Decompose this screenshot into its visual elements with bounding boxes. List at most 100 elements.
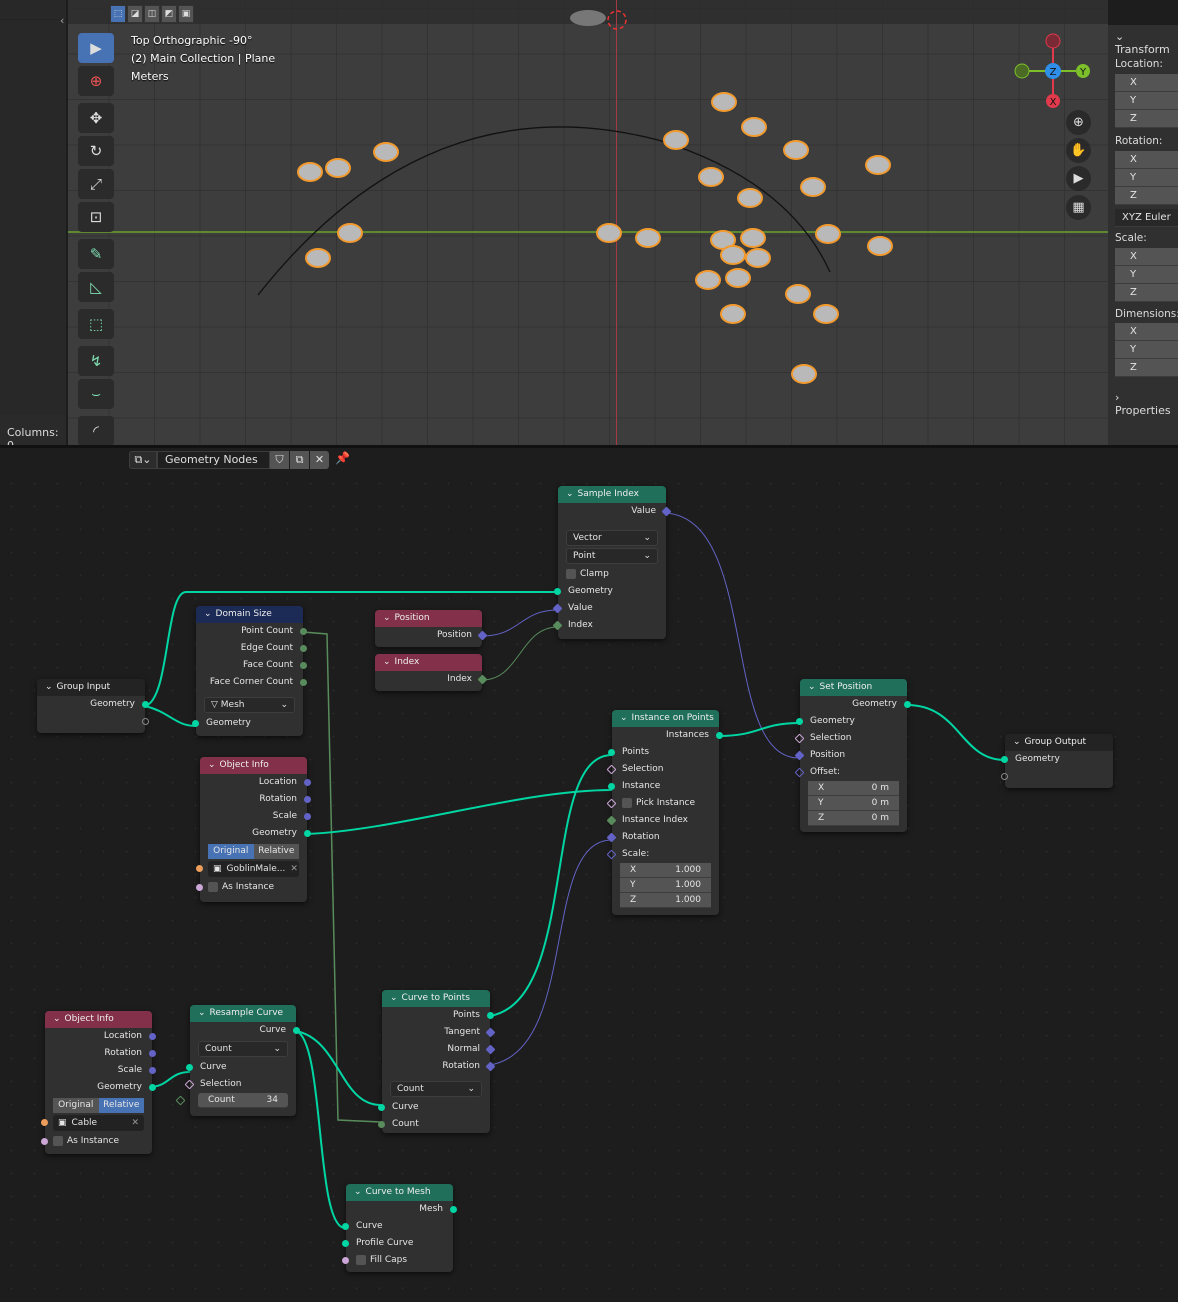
3d-viewport[interactable]: ⬚ ◪ ◫ ◩ ▣ Top Orthographic -90° (2) Main… [68, 0, 1108, 445]
transform-space-toggle[interactable]: Original Relative [53, 1098, 144, 1113]
socket[interactable] [342, 1223, 349, 1230]
tool-annotate[interactable]: ✎ [78, 239, 114, 269]
socket[interactable] [378, 1121, 385, 1128]
fake-user-shield-icon[interactable]: ⛉ [270, 451, 289, 469]
select-mode-new[interactable]: ⬚ [110, 5, 126, 23]
zoom-icon[interactable]: ⊕ [1066, 110, 1091, 135]
pan-hand-icon[interactable]: ✋ [1066, 138, 1091, 163]
scale-z-field[interactable]: Z 1.000 [620, 893, 711, 908]
node-header[interactable]: ⌄ Sample Index [558, 486, 666, 503]
collapse-chevron-icon[interactable]: ⌄ [45, 679, 53, 696]
collapse-chevron-icon[interactable]: ⌄ [390, 990, 398, 1007]
rotation-x-field[interactable]: X [1115, 151, 1178, 169]
socket[interactable] [142, 701, 149, 708]
properties-panel-header[interactable]: › Properties [1115, 391, 1178, 417]
collapse-chevron-icon[interactable]: ‹ [60, 14, 64, 27]
relative-option[interactable]: Relative [253, 844, 299, 859]
node-sample-index[interactable]: ⌄ Sample Index Value Vector ⌄ Point ⌄ Clamp… [552, 486, 672, 639]
node-header[interactable]: ⌄ Instance on Points [612, 710, 719, 727]
checkbox[interactable] [53, 1135, 63, 1146]
node-group-input[interactable]: ⌄ Group Input Geometry [37, 679, 149, 733]
node-header[interactable]: ⌄ Index [375, 654, 482, 671]
select-mode-subtract[interactable]: ◫ [144, 5, 160, 23]
duplicate-icon[interactable]: ⧉ [290, 451, 309, 469]
transform-panel-header[interactable]: ⌄ Transform [1115, 30, 1178, 56]
location-z-field[interactable]: Z [1115, 110, 1178, 128]
offset-y-field[interactable]: Y 0 m [808, 796, 899, 811]
socket[interactable] [149, 1084, 156, 1091]
select-mode-extend[interactable]: ◪ [127, 5, 143, 23]
select-mode-intersect[interactable]: ▣ [178, 5, 194, 23]
collapse-chevron-icon[interactable]: ⌄ [383, 610, 391, 627]
socket[interactable] [192, 720, 199, 727]
socket[interactable] [300, 662, 307, 669]
clear-icon[interactable]: ✕ [290, 861, 298, 877]
node-domain-size[interactable]: ⌄ Domain Size Point Count Edge Count Face… [192, 606, 307, 736]
socket[interactable] [450, 1206, 457, 1213]
socket[interactable] [1001, 756, 1008, 763]
node-resample-curve[interactable]: ⌄ Resample Curve Curve Count ⌄ Curve Selec… [175, 1005, 300, 1116]
socket[interactable] [186, 1064, 193, 1071]
node-object-info-cable[interactable]: ⌄ Object Info Location Rotation Scale Geo… [41, 1011, 156, 1154]
original-option[interactable]: Original [53, 1098, 99, 1113]
node-header[interactable]: ⌄ Group Input [37, 679, 145, 696]
socket[interactable] [378, 1104, 385, 1111]
checkbox[interactable] [356, 1254, 366, 1265]
tool-curve-pen[interactable]: ⌣ [78, 379, 114, 409]
tool-draw-curve[interactable]: ↯ [78, 346, 114, 376]
socket[interactable] [149, 1050, 156, 1057]
tool-add-cube[interactable]: ⬚ [78, 309, 114, 339]
socket[interactable] [304, 796, 311, 803]
scale-y-field[interactable]: Y [1115, 266, 1178, 284]
collapse-chevron-icon[interactable]: ⌄ [53, 1011, 61, 1028]
offset-x-field[interactable]: X 0 m [808, 781, 899, 796]
socket[interactable] [608, 783, 615, 790]
socket[interactable] [196, 865, 203, 872]
node-header[interactable]: ⌄ Set Position [800, 679, 907, 696]
socket[interactable] [304, 830, 311, 837]
collapse-chevron-icon[interactable]: ⌄ [566, 486, 574, 503]
socket[interactable] [300, 679, 307, 686]
empty-socket[interactable] [142, 718, 149, 725]
mode-dropdown[interactable]: Count ⌄ [390, 1081, 482, 1097]
node-set-position[interactable]: ⌄ Set Position Geometry Geometry Selectio… [794, 679, 911, 832]
node-position[interactable]: ⌄ Position Position [375, 610, 488, 647]
count-field[interactable]: Count 34 [175, 1093, 288, 1108]
location-y-field[interactable]: Y [1115, 92, 1178, 110]
collapse-chevron-icon[interactable]: ⌄ [383, 654, 391, 671]
collapse-chevron-icon[interactable]: ⌄ [208, 757, 216, 774]
collapse-chevron-icon[interactable]: ⌄ [354, 1184, 362, 1201]
object-field[interactable]: ▣ GoblinMale... ✕ [196, 861, 299, 877]
navigation-gizmo[interactable]: Z Y X [1010, 30, 1100, 110]
data-type-dropdown[interactable]: Vector ⌄ [566, 530, 658, 546]
node-tree-name-field[interactable]: Geometry Nodes [157, 451, 270, 469]
dimensions-x-field[interactable]: X [1115, 323, 1178, 341]
unlink-close-icon[interactable]: ✕ [310, 451, 329, 469]
socket[interactable] [304, 813, 311, 820]
socket[interactable] [41, 1138, 48, 1145]
socket[interactable] [149, 1067, 156, 1074]
node-header[interactable]: ⌄ Resample Curve [190, 1005, 296, 1022]
object-field[interactable]: ▣ Cable ✕ [41, 1115, 144, 1131]
tool-curve-fillet[interactable]: ◜ [78, 416, 114, 446]
camera-icon[interactable]: ▶ [1066, 166, 1091, 191]
relative-option[interactable]: Relative [98, 1098, 144, 1113]
node-curve-to-mesh[interactable]: ⌄ Curve to Mesh Mesh Curve Profile Curve … [342, 1184, 457, 1272]
pin-icon[interactable]: 📌 [335, 451, 350, 465]
original-option[interactable]: Original [208, 844, 254, 859]
location-x-field[interactable]: X [1115, 74, 1178, 92]
collapse-chevron-icon[interactable]: ⌄ [1013, 734, 1021, 751]
node-curve-to-points[interactable]: ⌄ Curve to Points Points Tangent Normal R… [378, 990, 496, 1133]
tool-scale[interactable]: ⤢ [78, 169, 114, 199]
socket[interactable] [716, 732, 723, 739]
transform-space-toggle[interactable]: Original Relative [208, 844, 299, 859]
checkbox[interactable] [208, 881, 218, 892]
dimensions-z-field[interactable]: Z [1115, 359, 1178, 377]
socket[interactable] [300, 645, 307, 652]
socket[interactable] [342, 1240, 349, 1247]
scale-x-field[interactable]: X [1115, 248, 1178, 266]
socket[interactable] [342, 1257, 349, 1264]
collapse-chevron-icon[interactable]: ⌄ [620, 710, 628, 727]
node-header[interactable]: ⌄ Curve to Points [382, 990, 490, 1007]
scale-x-field[interactable]: X 1.000 [620, 863, 711, 878]
